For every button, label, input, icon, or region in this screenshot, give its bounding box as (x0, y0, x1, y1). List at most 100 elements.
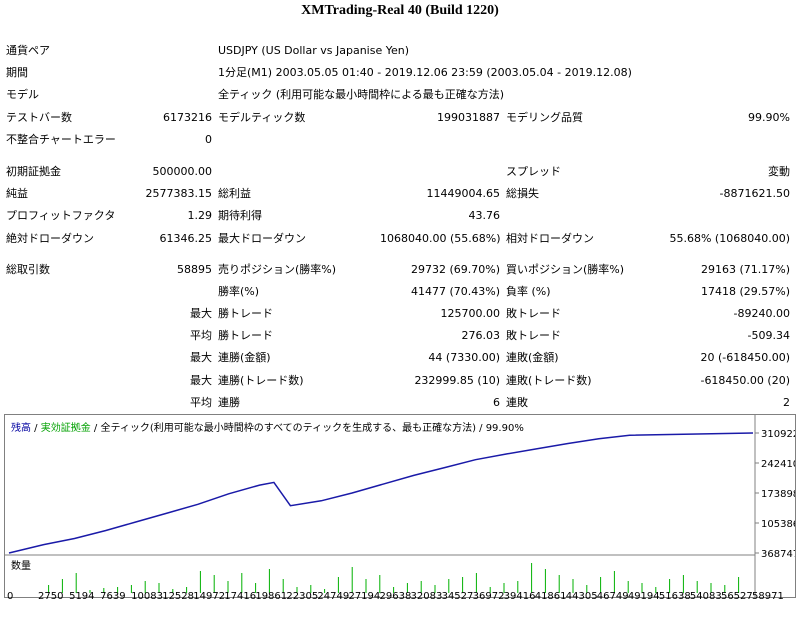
cons-loss-value: -618450.00 (20) (700, 374, 790, 387)
avg-loss-label: 敗トレード (506, 329, 561, 342)
rel-dd-label: 相対ドローダウン (506, 232, 594, 245)
cons-losses-value: 20 (-618450.00) (700, 351, 790, 364)
y-tick-label: 368747 (761, 549, 795, 560)
win-value: 41477 (70.43%) (410, 285, 500, 298)
gross-loss-label: 総損失 (506, 187, 539, 200)
balance-line (8, 432, 754, 554)
long-label: 買いポジション(勝率%) (506, 263, 625, 276)
quality-label: モデリング品質 (506, 111, 583, 124)
max-label-1: 最大 (190, 307, 212, 320)
x-tick-label: 44305 (565, 591, 598, 602)
spread-label: スプレッド (506, 165, 561, 178)
gross-loss-value: -8871621.50 (719, 187, 790, 200)
x-tick-label: 56527 (720, 591, 753, 602)
max-label-3: 最大 (190, 374, 212, 387)
balance-chart: 残高 / 実効証拠金 / 全ティック(利用可能な最小時間枠のすべてのティックを生… (4, 414, 796, 598)
gross-profit-value: 11449004.65 (426, 187, 500, 200)
pf-value: 1.29 (187, 209, 213, 222)
avg-loss-value: -509.34 (747, 329, 790, 342)
x-tick-label: 39416 (503, 591, 536, 602)
quality-value: 99.90% (748, 111, 790, 124)
x-tick-label: 54083 (689, 591, 722, 602)
max-loss-value: -89240.00 (733, 307, 790, 320)
errors-value: 0 (205, 133, 212, 146)
y-tick-label: 2424107 (761, 459, 795, 470)
short-label: 売りポジション(勝率%) (218, 263, 337, 276)
cons-wins-value: 44 (7330.00) (428, 351, 500, 364)
ticks-label: モデルティック数 (218, 111, 306, 124)
pair-label: 通貨ペア (6, 44, 50, 57)
loss-label: 負率 (%) (506, 285, 551, 298)
x-tick-label: 17416 (224, 591, 257, 602)
x-tick-label: 46749 (596, 591, 629, 602)
x-tick-label: 0 (7, 591, 14, 602)
deposit-value: 500000.00 (152, 165, 213, 178)
bars-label: テストバー数 (6, 111, 72, 124)
model-value: 全ティック (利用可能な最小時間枠による最も正確な方法) (218, 88, 505, 101)
max-loss-label: 敗トレード (506, 307, 561, 320)
cons-loss-label: 連敗(トレード数) (506, 374, 592, 387)
avg-label-2: 平均 (190, 396, 212, 409)
ticks-value: 199031887 (437, 111, 500, 124)
max-label-2: 最大 (190, 351, 212, 364)
cons-losses-label: 連敗(金額) (506, 351, 559, 364)
cons-profit-value: 232999.85 (10) (414, 374, 500, 387)
x-tick-label: 22305 (286, 591, 319, 602)
deposit-label: 初期証拠金 (6, 165, 61, 178)
net-label: 純益 (6, 187, 28, 200)
x-tick-label: 32083 (410, 591, 443, 602)
y-tick-label: 1053867 (761, 519, 795, 530)
y-tick-label: 3109226 (761, 429, 795, 440)
max-win-label: 勝トレード (218, 307, 273, 320)
avg-cons-losses-value: 2 (783, 396, 790, 409)
window-title: XMTrading-Real 40 (Build 1220) (301, 3, 499, 18)
short-value: 29732 (69.70%) (410, 263, 500, 276)
win-label: 勝率(%) (218, 285, 260, 298)
x-tick-label: 49194 (627, 591, 660, 602)
avg-cons-wins-label: 連勝 (218, 396, 240, 409)
max-win-value: 125700.00 (440, 307, 501, 320)
x-tick-label: 41861 (534, 591, 567, 602)
avg-win-value: 276.03 (461, 329, 501, 342)
avg-label-1: 平均 (190, 329, 212, 342)
trades-label: 総取引数 (6, 263, 50, 276)
pf-label: プロフィットファクタ (6, 209, 116, 222)
pair-value: USDJPY (US Dollar vs Japanise Yen) (218, 44, 410, 57)
cons-profit-label: 連勝(トレード数) (218, 374, 304, 387)
volume-label: 数量 (11, 561, 31, 572)
x-tick-label: 24749 (317, 591, 350, 602)
gross-profit-label: 総利益 (218, 187, 251, 200)
spread-value: 変動 (768, 165, 790, 178)
x-tick-label: 12528 (162, 591, 195, 602)
abs-dd-value: 61346.25 (159, 232, 213, 245)
model-label: モデル (6, 88, 39, 101)
y-tick-label: 1738987 (761, 489, 795, 500)
x-tick-label: 19861 (255, 591, 288, 602)
net-value: 2577383.15 (145, 187, 212, 200)
loss-value: 17418 (29.57%) (700, 285, 790, 298)
long-value: 29163 (71.17%) (700, 263, 790, 276)
x-tick-label: 7639 (100, 591, 126, 602)
x-tick-label: 27194 (348, 591, 381, 602)
expected-label: 期待利得 (218, 209, 262, 222)
trades-value: 58895 (177, 263, 212, 276)
x-tick-label: 14972 (193, 591, 226, 602)
avg-cons-losses-label: 連敗 (506, 396, 528, 409)
abs-dd-label: 絶対ドローダウン (6, 232, 94, 245)
avg-cons-wins-value: 6 (493, 396, 500, 409)
x-tick-label: 5194 (69, 591, 95, 602)
rel-dd-value: 55.68% (1068040.00) (669, 232, 790, 245)
period-label: 期間 (6, 66, 28, 79)
x-tick-label: 34527 (441, 591, 474, 602)
bars-value: 6173216 (163, 111, 212, 124)
x-tick-label: 51638 (658, 591, 691, 602)
max-dd-value: 1068040.00 (55.68%) (380, 232, 501, 245)
x-tick-label: 58971 (752, 591, 784, 602)
avg-win-label: 勝トレード (218, 329, 273, 342)
max-dd-label: 最大ドローダウン (218, 232, 306, 245)
x-tick-label: 36972 (472, 591, 505, 602)
x-tick-label: 29638 (379, 591, 412, 602)
chart-plot: 3109226 2424107 1738987 1053867 368747 (5, 415, 795, 597)
cons-wins-label: 連勝(金額) (218, 351, 271, 364)
expected-value: 43.76 (468, 209, 501, 222)
